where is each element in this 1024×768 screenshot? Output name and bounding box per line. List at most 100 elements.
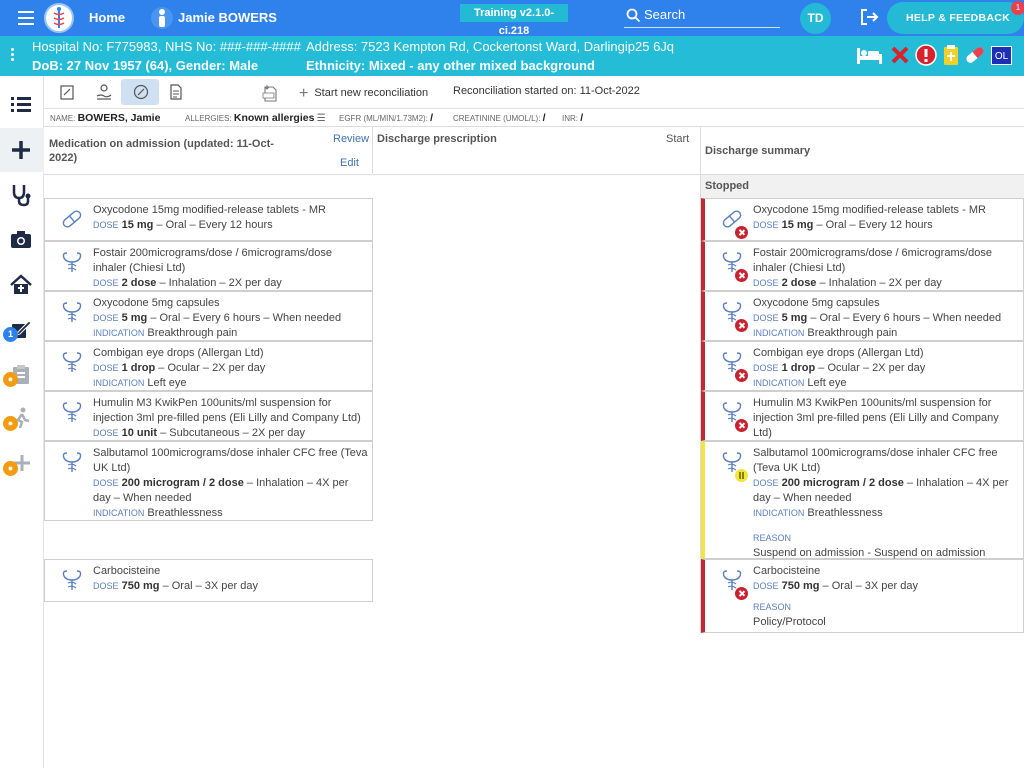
route-frequency: – Ocular – 2X per day bbox=[818, 362, 926, 374]
sidebar-item-discharge[interactable] bbox=[0, 263, 44, 307]
medication-rx-icon bbox=[62, 402, 82, 422]
stopped-section-header: Stopped bbox=[701, 175, 1024, 198]
medication-card[interactable]: Fostair 200micrograms/dose / 6micrograms… bbox=[701, 241, 1024, 291]
name-value: BOWERS, Jamie bbox=[77, 112, 161, 124]
sidebar-item-locked-1[interactable]: ● bbox=[0, 352, 44, 396]
medication-card[interactable]: Combigan eye drops (Allergan Ltd) DOSE 1 … bbox=[701, 341, 1024, 391]
creatinine-value: / bbox=[542, 112, 546, 124]
toolbar-button-edit[interactable] bbox=[48, 79, 86, 105]
patient-name[interactable]: Jamie BOWERS bbox=[178, 10, 277, 25]
medication-details: Carbocisteine DOSE 750 mg – Oral – 3X per… bbox=[753, 564, 1019, 630]
medication-card[interactable]: Carbocisteine DOSE 750 mg – Oral – 3X per… bbox=[44, 559, 373, 602]
top-bar: Home Jamie BOWERS Training v2.1.0-ci.218… bbox=[0, 0, 1024, 37]
sidebar-item-clinical[interactable] bbox=[0, 172, 44, 216]
logout-icon[interactable] bbox=[859, 8, 879, 29]
pill-icon[interactable] bbox=[963, 44, 987, 66]
lock-icon: ● bbox=[3, 461, 18, 476]
sidebar-item-locked-3[interactable]: ● bbox=[0, 441, 44, 485]
toolbar: + Start new reconciliation Reconciliation… bbox=[44, 76, 1024, 109]
inr-label: INR: bbox=[562, 114, 578, 123]
clipboard-icon[interactable] bbox=[942, 44, 960, 66]
suspended-status-icon bbox=[735, 469, 748, 482]
medication-card[interactable]: Salbutamol 100micrograms/dose inhaler CF… bbox=[701, 441, 1024, 559]
allergies-info[interactable]: ALLERGIES: Known allergies ☰ bbox=[185, 112, 326, 124]
bed-icon[interactable] bbox=[855, 44, 883, 66]
sidebar-item-locked-2[interactable]: ● bbox=[0, 396, 44, 440]
reconciliation-started-text: Reconciliation started on: 11-Oct-2022 bbox=[453, 85, 640, 97]
help-feedback-button[interactable]: HELP & FEEDBACK bbox=[887, 2, 1024, 34]
medication-name: Oxycodone 15mg modified-release tablets … bbox=[93, 204, 326, 216]
indication-value: Breathlessness bbox=[147, 507, 223, 519]
medication-card[interactable]: Oxycodone 15mg modified-release tablets … bbox=[701, 198, 1024, 241]
dose-value: 15 mg bbox=[781, 219, 814, 231]
start-link[interactable]: Start bbox=[666, 133, 689, 145]
start-new-reconciliation-button[interactable]: + Start new reconciliation bbox=[299, 83, 429, 102]
dose-label: DOSE bbox=[93, 478, 119, 488]
toolbar-button-reconciliation[interactable] bbox=[121, 79, 159, 105]
more-options-icon[interactable] bbox=[11, 48, 15, 63]
ol-badge[interactable]: OL bbox=[991, 46, 1012, 65]
sidebar-item-camera[interactable] bbox=[0, 218, 44, 262]
indication-label: INDICATION bbox=[93, 328, 145, 338]
notification-badge: 1 bbox=[3, 327, 18, 342]
discharge-summary-column-header: Discharge summary bbox=[701, 126, 1024, 175]
reason-label: REASON bbox=[753, 602, 792, 612]
sidebar-item-list[interactable] bbox=[0, 83, 44, 127]
indication-value: Breakthrough pain bbox=[807, 327, 898, 339]
medication-name: Fostair 200micrograms/dose / 6micrograms… bbox=[93, 247, 333, 274]
medication-name: Oxycodone 15mg modified-release tablets … bbox=[753, 204, 986, 216]
indication-label: INDICATION bbox=[753, 378, 805, 388]
sidebar-item-add[interactable] bbox=[0, 128, 44, 172]
medication-details: Oxycodone 5mg capsules DOSE 5 mg – Oral –… bbox=[753, 296, 1019, 341]
medication-card[interactable]: Humulin M3 KwikPen 100units/ml suspensio… bbox=[701, 391, 1024, 454]
medication-card[interactable]: Oxycodone 15mg modified-release tablets … bbox=[44, 198, 373, 241]
app-logo[interactable] bbox=[44, 3, 74, 33]
menu-icon[interactable] bbox=[18, 11, 34, 25]
medication-name: Oxycodone 5mg capsules bbox=[753, 297, 880, 309]
toolbar-button-document[interactable] bbox=[157, 79, 195, 105]
plus-icon bbox=[12, 141, 30, 159]
medication-card[interactable]: Humulin M3 KwikPen 100units/ml suspensio… bbox=[44, 391, 373, 441]
medication-card[interactable]: Combigan eye drops (Allergan Ltd) DOSE 1 … bbox=[44, 341, 373, 391]
search-input[interactable]: Search bbox=[624, 6, 780, 28]
stopped-status-icon bbox=[735, 587, 748, 600]
medication-details: Humulin M3 KwikPen 100units/ml suspensio… bbox=[93, 396, 368, 441]
toolbar-button-hand[interactable] bbox=[84, 79, 122, 105]
start-new-reconciliation-label: Start new reconciliation bbox=[314, 87, 429, 99]
medication-card[interactable]: Salbutamol 100micrograms/dose inhaler CF… bbox=[44, 441, 373, 521]
medication-icon-wrap bbox=[61, 450, 83, 477]
medication-details: Oxycodone 5mg capsules DOSE 5 mg – Oral –… bbox=[93, 296, 368, 341]
medication-card[interactable]: Oxycodone 5mg capsules DOSE 5 mg – Oral –… bbox=[44, 291, 373, 341]
home-link[interactable]: Home bbox=[89, 10, 125, 25]
egfr-info: EGFR (ML/MIN/1.73M2): / bbox=[339, 112, 433, 124]
creatinine-label: CREATININE (UMOL/L): bbox=[453, 114, 541, 123]
resus-cross-icon[interactable] bbox=[889, 44, 911, 66]
dose-value: 750 mg bbox=[781, 580, 820, 592]
medication-icon-wrap bbox=[61, 207, 83, 234]
user-avatar[interactable]: TD bbox=[800, 3, 831, 34]
stopped-status-icon bbox=[735, 269, 748, 282]
name-info: NAME: BOWERS, Jamie bbox=[50, 112, 160, 124]
tablet-icon bbox=[62, 210, 82, 228]
toolbar-button-pdf[interactable] bbox=[250, 79, 288, 105]
alert-icon[interactable] bbox=[915, 44, 937, 66]
medication-details: Fostair 200micrograms/dose / 6micrograms… bbox=[753, 246, 1019, 291]
edit-link[interactable]: Edit bbox=[340, 157, 359, 169]
sidebar-item-prescribing[interactable]: 1 bbox=[0, 307, 44, 351]
dose-label: DOSE bbox=[753, 313, 779, 323]
pill-icon bbox=[133, 84, 149, 100]
medication-card[interactable]: Carbocisteine DOSE 750 mg – Oral – 3X per… bbox=[701, 559, 1024, 633]
version-badge: Training v2.1.0-ci.218 bbox=[460, 4, 568, 37]
route-frequency: – Oral – 3X per day bbox=[162, 580, 258, 592]
medication-card[interactable]: Oxycodone 5mg capsules DOSE 5 mg – Oral –… bbox=[701, 291, 1024, 341]
review-link[interactable]: Review bbox=[333, 133, 369, 145]
route-frequency: – Inhalation – 2X per day bbox=[159, 277, 282, 289]
medication-icon-wrap bbox=[61, 250, 83, 277]
inr-value: / bbox=[580, 112, 584, 124]
route-frequency: – Ocular – 2X per day bbox=[158, 362, 266, 374]
plus-icon: + bbox=[299, 85, 309, 102]
medication-card[interactable]: Fostair 200micrograms/dose / 6micrograms… bbox=[44, 241, 373, 291]
egfr-label: EGFR (ML/MIN/1.73M2): bbox=[339, 114, 428, 123]
route-frequency: – Oral – Every 6 hours – When needed bbox=[150, 312, 342, 324]
help-notification-badge: 1 bbox=[1011, 1, 1024, 15]
